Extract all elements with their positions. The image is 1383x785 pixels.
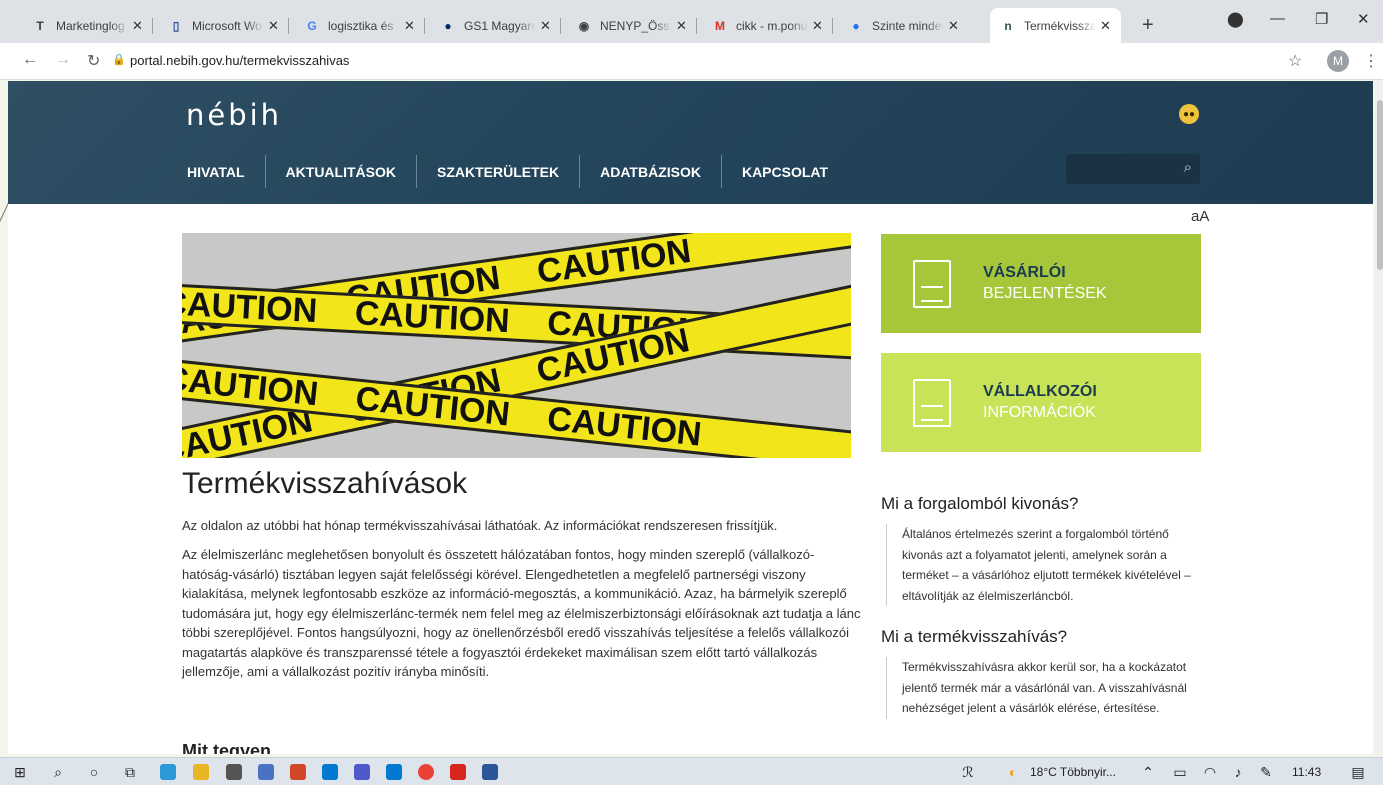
skype-icon[interactable] [322, 764, 338, 780]
word-icon[interactable] [482, 764, 498, 780]
task-view-icon[interactable]: ⧉ [120, 762, 140, 782]
gmail-icon: M [715, 18, 725, 33]
notifications-icon[interactable]: ▤ [1348, 762, 1368, 782]
close-icon[interactable]: ✕ [268, 18, 279, 34]
document-icon [913, 259, 951, 308]
web-page: nébih ●● HIVATAL AKTUALITÁSOK SZAKTERÜLE… [8, 81, 1373, 754]
site-header: nébih ●● HIVATAL AKTUALITÁSOK SZAKTERÜLE… [8, 81, 1373, 204]
sidebar-text-recall: Termékvisszahívásra akkor kerül sor, ha … [886, 657, 1206, 719]
sidebar-heading-recall: Mi a termékvisszahívás? [881, 627, 1068, 646]
tab-marketinglog[interactable]: T Marketinglog ✕ [22, 8, 153, 43]
tab-microsoft-word[interactable]: ▯ Microsoft Wo ✕ [158, 8, 289, 43]
business-info-card[interactable]: VÁLLALKOZÓI INFORMÁCIÓK [881, 353, 1201, 452]
acrobat-icon[interactable] [450, 764, 466, 780]
globe-icon: ◉ [578, 18, 590, 33]
lock-icon[interactable]: 🔒 [112, 53, 126, 66]
browser-toolbar: ← → ↻ 🔒 portal.nebih.gov.hu/termekvissza… [0, 43, 1383, 80]
profile-avatar[interactable]: M [1327, 50, 1349, 72]
document-icon: ▯ [172, 18, 180, 33]
weather-text[interactable]: 18°C Többnyir... [1030, 765, 1116, 779]
tab-favicon-icon: T [36, 18, 44, 33]
sidebar-text-withdrawal: Általános értelmezés szerint a forgalomb… [886, 524, 1206, 606]
close-icon[interactable]: ✕ [404, 18, 415, 34]
close-window-button[interactable]: ✕ [1357, 10, 1370, 28]
tab-termekvisszahivas[interactable]: n Termékvissza ✕ [990, 8, 1121, 43]
menu-aktualitasok[interactable]: AKTUALITÁSOK [266, 155, 417, 188]
chevron-up-icon[interactable]: ⌃ [1138, 762, 1158, 782]
store-icon[interactable] [226, 764, 242, 780]
menu-hivatal[interactable]: HIVATAL [187, 155, 266, 188]
windows-start-icon[interactable]: ⊞ [10, 762, 30, 782]
close-icon[interactable]: ✕ [1100, 18, 1111, 34]
file-explorer-icon[interactable] [193, 764, 209, 780]
browser-menu-icon[interactable]: ⬤ [1227, 10, 1244, 28]
battery-icon[interactable]: ▭ [1170, 762, 1190, 782]
cookie-icon[interactable]: ●● [1179, 104, 1199, 124]
search-icon[interactable]: ⌕ [1184, 159, 1192, 176]
close-icon[interactable]: ✕ [132, 18, 143, 34]
consumer-reports-card[interactable]: VÁSÁRLÓI BEJELENTÉSEK [881, 234, 1201, 333]
more-menu-icon[interactable]: ⋮ [1363, 51, 1379, 71]
edge-icon[interactable] [160, 764, 176, 780]
browser-tab-bar: T Marketinglog ✕ ▯ Microsoft Wo ✕ Glogisztik… [0, 0, 1383, 43]
page-title: Termékvisszahívások [182, 467, 468, 500]
search-input[interactable] [1066, 154, 1171, 184]
menu-adatbazisok[interactable]: ADATBÁZISOK [580, 155, 722, 188]
bookmark-star-icon[interactable]: ☆ [1288, 51, 1302, 71]
search-icon[interactable]: ⌕ [48, 762, 68, 782]
clock-time[interactable]: 11:43 [1292, 765, 1321, 779]
address-bar[interactable]: portal.nebih.gov.hu/termekvisszahivas [130, 53, 349, 68]
scrollbar-thumb[interactable] [1377, 100, 1383, 270]
nebih-logo[interactable]: nébih [186, 98, 282, 132]
sidebar-heading-withdrawal: Mi a forgalomból kivonás? [881, 494, 1079, 513]
windows-taskbar: ⊞ ⌕ ○ ⧉ ℛ ◐ 18°C Többnyir... ⌃ ▭ ◠ ♪ ✎ 1… [0, 757, 1383, 785]
powerpoint-icon[interactable] [290, 764, 306, 780]
teams-icon[interactable] [354, 764, 370, 780]
pen-icon[interactable]: ✎ [1256, 762, 1276, 782]
skype-business-icon[interactable] [386, 764, 402, 780]
tab-google-search[interactable]: Glogisztika és ✕ [294, 8, 425, 43]
menu-szakteruletek[interactable]: SZAKTERÜLETEK [417, 155, 581, 188]
people-icon[interactable]: ℛ [958, 762, 978, 782]
app-icon[interactable] [258, 764, 274, 780]
minimize-button[interactable]: — [1270, 10, 1285, 27]
back-button[interactable]: ← [22, 51, 38, 69]
google-icon: G [307, 18, 317, 33]
chrome-icon[interactable] [418, 764, 434, 780]
body-paragraph: Az élelmiszerlánc meglehetősen bonyolult… [182, 547, 861, 679]
site-icon: ● [852, 18, 860, 33]
menu-kapcsolat[interactable]: KAPCSOLAT [722, 155, 848, 188]
tab-gs1[interactable]: ● GS1 Magyaro ✕ [430, 8, 561, 43]
volume-icon[interactable]: ♪ [1228, 762, 1248, 782]
close-icon[interactable]: ✕ [812, 18, 823, 34]
reload-button[interactable]: ↻ [87, 51, 100, 71]
document-icon [913, 378, 951, 427]
restore-button[interactable]: ❐ [1315, 10, 1328, 28]
tab-gmail[interactable]: Mcikk - m.ponu ✕ [702, 8, 833, 43]
nebih-favicon-icon: n [1004, 18, 1012, 33]
forward-button[interactable]: → [55, 51, 71, 69]
intro-text: Az oldalon az utóbbi hat hónap termékvis… [182, 518, 778, 533]
gs1-icon: ● [444, 18, 452, 33]
close-icon[interactable]: ✕ [540, 18, 551, 34]
wifi-icon[interactable]: ◠ [1200, 762, 1220, 782]
hero-image-caution-tape: CAUTION CAUTION CAUTION CAUTION CAUTION … [182, 233, 851, 458]
main-menu: HIVATAL AKTUALITÁSOK SZAKTERÜLETEK ADATB… [187, 155, 848, 188]
tab-szinte-minden[interactable]: ● Szinte minden ✕ [838, 8, 969, 43]
next-section-heading: Mit tegyen [182, 741, 272, 754]
weather-icon[interactable]: ◐ [1003, 762, 1023, 782]
cortana-icon[interactable]: ○ [84, 762, 104, 782]
close-icon[interactable]: ✕ [948, 18, 959, 34]
close-icon[interactable]: ✕ [676, 18, 687, 34]
site-search: ⌕ [1066, 154, 1200, 184]
new-tab-button[interactable]: + [1142, 14, 1154, 37]
tab-nenyp[interactable]: ◉NENYP_Össze✕ [566, 8, 697, 43]
font-size-toggle[interactable]: aA [1191, 208, 1209, 225]
